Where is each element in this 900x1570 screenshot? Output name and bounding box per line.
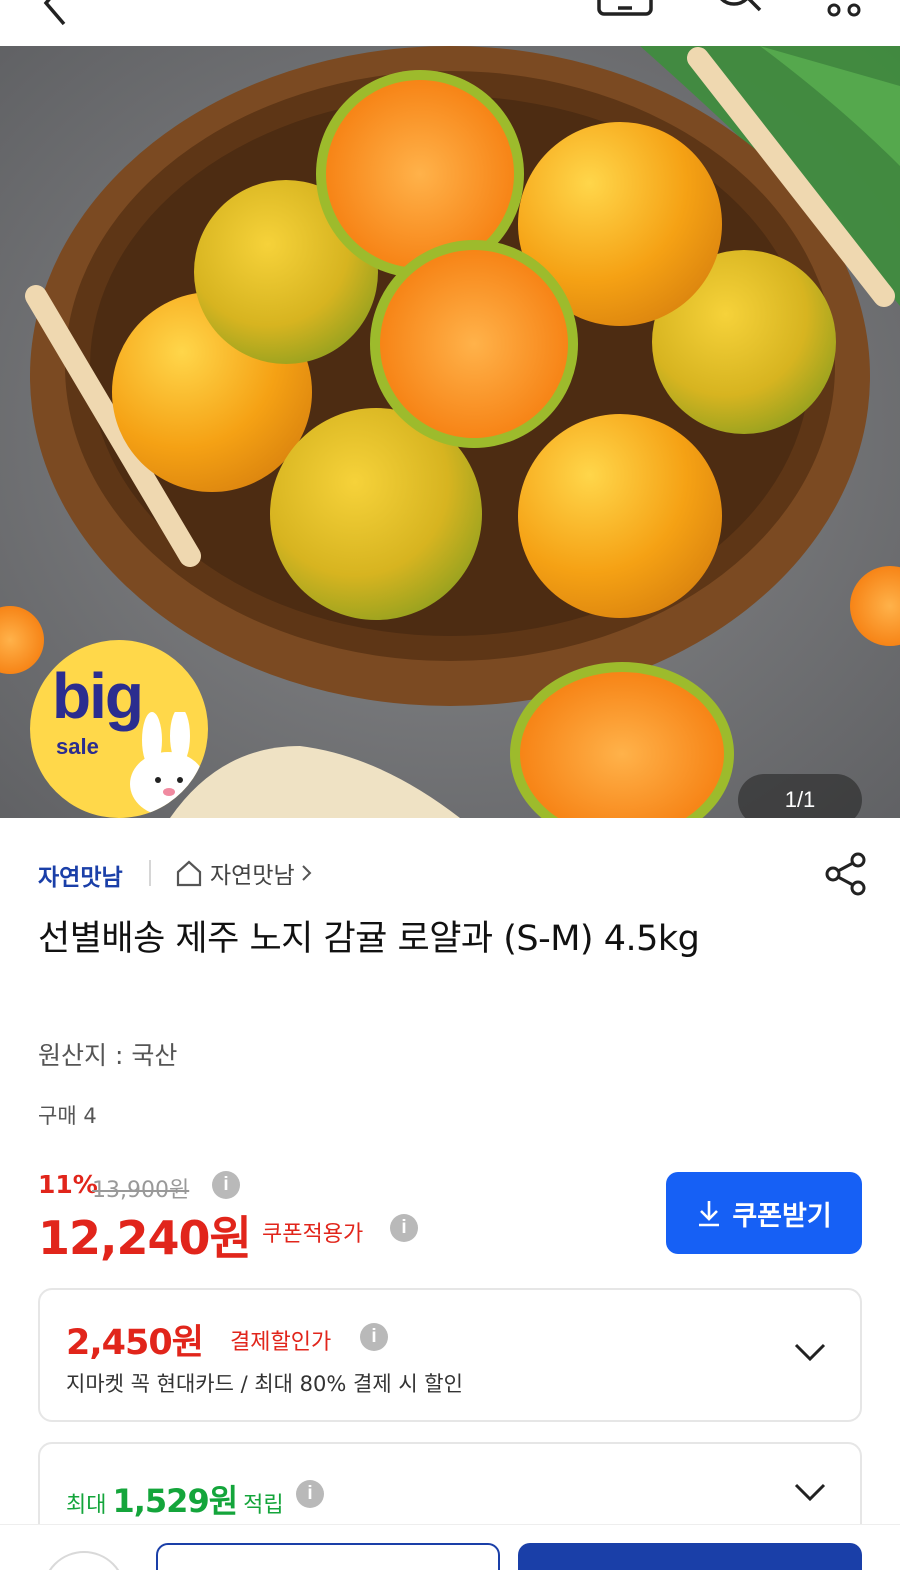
chevron-down-icon[interactable] [794, 1342, 826, 1366]
payment-discount-card[interactable]: 2,450원 결제할인가 i 지마켓 꼭 현대카드 / 최대 80% 결제 시 … [38, 1288, 862, 1422]
info-icon[interactable]: i [360, 1323, 388, 1351]
badge-sale-text: sale [56, 734, 99, 759]
coupon-price-label: 쿠폰적용가 [262, 1222, 364, 1247]
info-icon[interactable]: i [296, 1480, 324, 1508]
chevron-right-icon [301, 865, 312, 881]
points-amount: 1,529원 [112, 1482, 238, 1520]
store-link-label: 자연맛남 [210, 863, 295, 889]
seller-name[interactable]: 자연맛남 [38, 858, 123, 892]
share-icon[interactable] [824, 852, 868, 900]
get-coupon-label: 쿠폰받기 [732, 1200, 832, 1232]
gift-button[interactable] [156, 1543, 500, 1570]
divider [149, 860, 151, 886]
search-icon[interactable] [712, 0, 764, 22]
payment-discount-desc: 지마켓 꼭 현대카드 / 최대 80% 결제 시 할인 [66, 1372, 463, 1396]
discount-rate: 11% [38, 1170, 98, 1199]
info-icon[interactable]: i [212, 1171, 240, 1199]
more-icon[interactable] [826, 0, 866, 22]
product-image[interactable]: 1/1 big sale [0, 46, 900, 818]
payment-discount-amount: 2,450원 [66, 1323, 204, 1363]
product-title: 선별배송 제주 노지 감귤 로얄과 (S-M) 4.5kg [38, 919, 700, 959]
get-coupon-button[interactable]: 쿠폰받기 [666, 1172, 862, 1254]
bottom-action-bar [0, 1524, 900, 1570]
image-counter: 1/1 [738, 774, 862, 818]
points-suffix: 적립 [243, 1493, 284, 1518]
origin-text: 원산지 : 국산 [38, 1041, 178, 1070]
seller-row: 자연맛남 자연맛남 [38, 852, 868, 896]
sale-price: 12,240원 [38, 1211, 252, 1265]
store-link[interactable]: 자연맛남 [174, 856, 313, 890]
top-bar [0, 0, 900, 46]
download-icon [699, 1201, 720, 1227]
purchase-count: 구매 4 [38, 1104, 97, 1128]
big-sale-badge: big sale [30, 640, 208, 818]
back-icon[interactable] [40, 0, 70, 32]
bunny-icon [130, 712, 206, 816]
price-section: 11% 13,900원 i 12,240원 쿠폰적용가 i 쿠폰받기 [38, 1166, 868, 1266]
cart-icon[interactable] [596, 0, 656, 22]
buy-button[interactable] [518, 1543, 862, 1570]
points-prefix: 최대 [66, 1493, 107, 1518]
payment-discount-label: 결제할인가 [230, 1330, 332, 1355]
chevron-down-icon[interactable] [794, 1482, 826, 1506]
home-icon [176, 860, 202, 887]
info-icon[interactable]: i [390, 1214, 418, 1242]
favorite-button[interactable] [42, 1551, 126, 1570]
points-row: 최대 1,529원 적립 [66, 1476, 284, 1522]
original-price: 13,900원 [92, 1178, 190, 1203]
